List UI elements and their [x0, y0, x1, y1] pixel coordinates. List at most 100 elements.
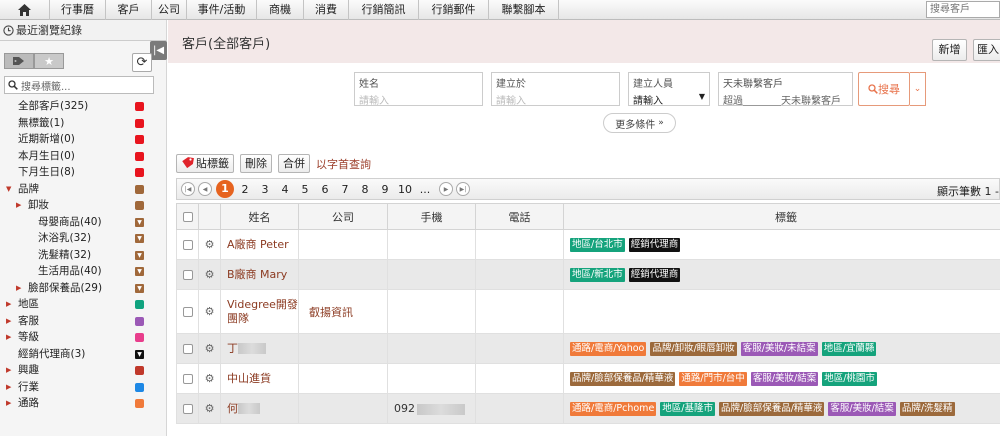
tag-badge[interactable]: 地區/宜蘭縣	[821, 342, 877, 356]
creator-filter[interactable]: 建立人員 請輸入 ▼	[628, 72, 710, 107]
customer-name[interactable]: 丁	[227, 342, 238, 355]
caret-right-icon[interactable]: ▶	[16, 197, 21, 214]
tag-badge[interactable]: 地區/桃園市	[822, 372, 877, 386]
sidebar-tag-item[interactable]: ▶ 臉部保養品(29) ▼	[0, 280, 167, 297]
nav-item[interactable]: 客戶	[106, 0, 152, 20]
column-header-name[interactable]: 姓名	[220, 203, 299, 230]
tag-badge[interactable]: 地區/基隆市	[660, 402, 715, 416]
tag-badge[interactable]: 經銷代理商	[628, 268, 681, 282]
row-checkbox[interactable]	[182, 373, 193, 384]
collapse-sidebar-button[interactable]: |◀	[150, 41, 167, 60]
tag-badge[interactable]: 客服/美妝/結案	[828, 402, 896, 416]
tag-badge[interactable]: 品牌/洗髮精	[899, 402, 955, 416]
gear-icon[interactable]: ⚙	[205, 238, 215, 251]
nav-item[interactable]: 商機	[257, 0, 304, 20]
first-page-button[interactable]: |◀	[181, 182, 195, 196]
import-button[interactable]: 匯入	[973, 39, 1000, 61]
page-number[interactable]: 4	[275, 183, 295, 196]
row-checkbox[interactable]	[182, 269, 193, 280]
page-number[interactable]: 10	[395, 183, 415, 196]
caret-right-icon[interactable]: ▶	[6, 296, 11, 313]
table-row[interactable]: ⚙ B廠商 Mary 地區/新北市 經銷代理商	[176, 259, 1000, 290]
table-row[interactable]: ⚙ Videgree開發團隊 叡揚資訊	[176, 289, 1000, 334]
caret-right-icon[interactable]: ▶	[6, 313, 11, 330]
row-checkbox[interactable]	[182, 343, 193, 354]
nav-item[interactable]: 聯繫腳本	[489, 0, 559, 20]
recent-history[interactable]: 最近瀏覽紀錄	[0, 20, 166, 41]
nav-item[interactable]: 行銷郵件	[419, 0, 489, 20]
sidebar-tag-item[interactable]: 沐浴乳(32) ▼	[0, 230, 167, 247]
row-settings-cell[interactable]: ⚙	[198, 363, 221, 394]
customer-name-cell[interactable]: Videgree開發團隊	[220, 289, 299, 334]
delete-button[interactable]: 刪除	[240, 154, 272, 173]
sidebar-tag-item[interactable]: 本月生日(0)	[0, 148, 167, 165]
sidebar-tag-item[interactable]: 洗髮精(32) ▼	[0, 247, 167, 264]
tag-badge[interactable]: 品牌/臉部保養品/精華液	[719, 402, 825, 416]
row-settings-cell[interactable]: ⚙	[198, 393, 221, 424]
gear-icon[interactable]: ⚙	[205, 372, 215, 385]
sidebar-tag-item[interactable]: 經銷代理商(3) ▼	[0, 346, 167, 363]
customer-search-input[interactable]	[926, 1, 1000, 18]
add-tag-button[interactable]: 貼標籤	[176, 154, 234, 173]
customer-name[interactable]: 何	[227, 402, 238, 415]
sidebar-tag-item[interactable]: 近期新增(0)	[0, 131, 167, 148]
tab-favorites[interactable]: ★	[34, 53, 64, 69]
prev-page-button[interactable]: ◀	[198, 182, 212, 196]
refresh-button[interactable]: ⟳	[132, 53, 152, 72]
sidebar-tag-item[interactable]: ▶ 通路	[0, 395, 167, 412]
caret-right-icon[interactable]: ▶	[6, 329, 11, 346]
company-cell[interactable]	[298, 363, 388, 394]
company-cell[interactable]: 叡揚資訊	[298, 289, 388, 334]
page-number[interactable]: 7	[335, 183, 355, 196]
tag-badge[interactable]: 通路/門市/台中	[679, 372, 747, 386]
tag-badge[interactable]: 客服/美妝/結案	[750, 372, 819, 386]
gear-icon[interactable]: ⚙	[205, 305, 215, 318]
company-cell[interactable]	[298, 393, 388, 424]
sidebar-tag-item[interactable]: ▶ 客服	[0, 313, 167, 330]
column-header-mobile[interactable]: 手機	[387, 203, 476, 230]
sidebar-tag-item[interactable]: ▶ 興趣	[0, 362, 167, 379]
page-number[interactable]: 9	[375, 183, 395, 196]
no-contact-days-input[interactable]	[743, 96, 781, 106]
company-cell[interactable]	[298, 259, 388, 290]
name-filter-input[interactable]: 請輸入	[359, 92, 478, 107]
sidebar-tag-item[interactable]: 無標籤(1)	[0, 115, 167, 132]
tag-badge[interactable]: 品牌/臉部保養品/精華液	[570, 372, 676, 386]
gear-icon[interactable]: ⚙	[205, 268, 215, 281]
customer-name-cell[interactable]: A廠商 Peter	[220, 229, 299, 260]
tag-badge[interactable]: 經銷代理商	[628, 238, 681, 252]
more-conditions-button[interactable]: 更多條件 »	[603, 113, 676, 133]
row-checkbox-cell[interactable]	[176, 289, 199, 334]
home-button[interactable]	[0, 0, 50, 20]
customer-name-cell[interactable]: B廠商 Mary	[220, 259, 299, 290]
tag-badge[interactable]: 品牌/卸妝/眼唇卸妝	[650, 342, 737, 356]
row-checkbox-cell[interactable]	[176, 333, 199, 364]
tag-badge[interactable]: 地區/台北市	[570, 238, 625, 252]
sidebar-tag-item[interactable]: 全部客戶(325)	[0, 98, 167, 115]
table-row[interactable]: ⚙ 丁 通路/電商/Yahoo 品牌/卸妝/眼唇卸妝 客服/美妝/未結案 地區/宜蘭縣	[176, 333, 1000, 364]
no-contact-filter[interactable]: 天未聯繫客戶 超過 天未聯繫客戶	[718, 72, 853, 107]
sidebar-tag-item[interactable]: 母嬰商品(40) ▼	[0, 214, 167, 231]
search-button[interactable]: 搜尋	[858, 72, 910, 106]
tag-badge[interactable]: 通路/電商/Pchome	[570, 402, 657, 416]
customer-name[interactable]: Videgree開發團隊	[227, 298, 298, 325]
table-row[interactable]: ⚙ A廠商 Peter 地區/台北市 經銷代理商	[176, 229, 1000, 260]
column-header-phone[interactable]: 電話	[475, 203, 564, 230]
customer-name[interactable]: B廠商 Mary	[227, 268, 287, 281]
caret-down-icon[interactable]: ▼	[6, 181, 11, 198]
select-all-checkbox[interactable]	[182, 211, 193, 222]
row-settings-cell[interactable]: ⚙	[198, 229, 221, 260]
tag-search-box[interactable]: 搜尋標籤...	[4, 76, 154, 94]
gear-icon[interactable]: ⚙	[205, 402, 215, 415]
column-header-tags[interactable]: 標籤	[563, 203, 1000, 230]
row-checkbox[interactable]	[182, 306, 193, 317]
page-number[interactable]: 1	[216, 180, 234, 198]
customer-name[interactable]: 中山進貨	[227, 372, 271, 385]
alpha-search-link[interactable]: 以字首查詢	[316, 156, 371, 172]
caret-right-icon[interactable]: ▶	[6, 379, 11, 396]
page-number[interactable]: 5	[295, 183, 315, 196]
caret-right-icon[interactable]: ▶	[16, 280, 21, 297]
customer-name-cell[interactable]: 中山進貨	[220, 363, 299, 394]
next-page-button[interactable]: ▶	[439, 182, 453, 196]
company-cell[interactable]	[298, 333, 388, 364]
